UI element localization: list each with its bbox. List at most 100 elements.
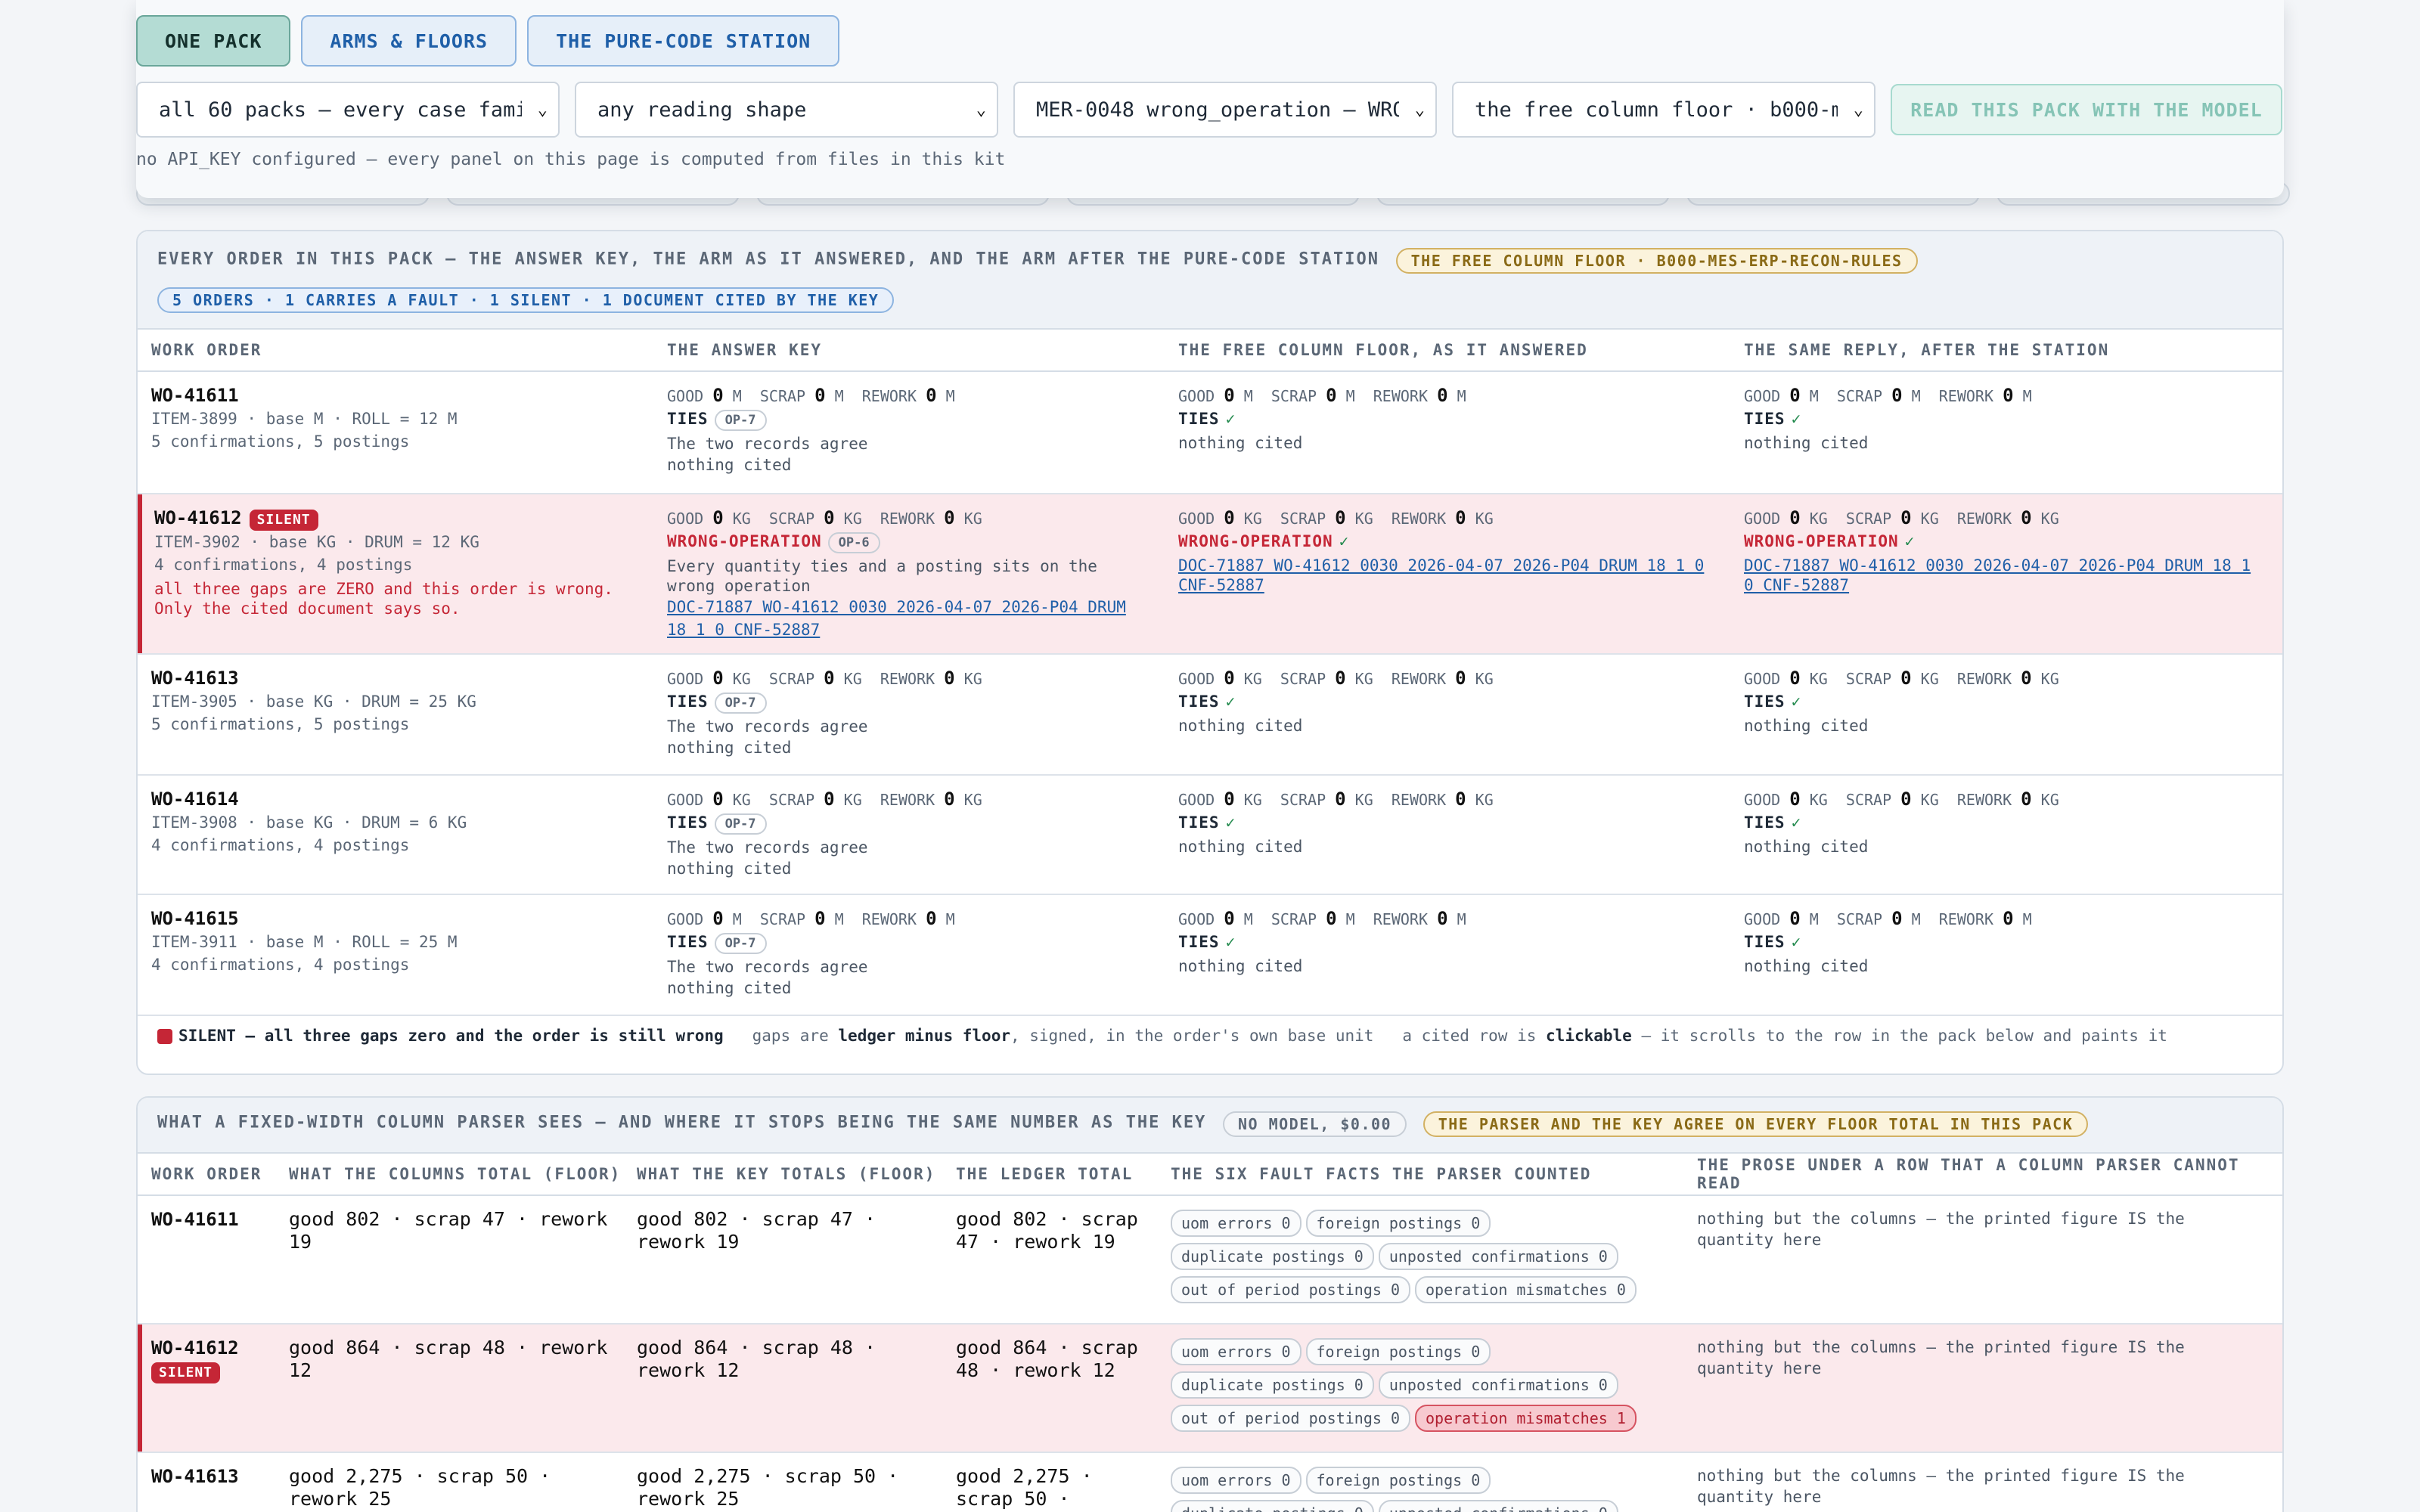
gap-label: SCRAP: [768, 510, 815, 528]
fault-fact-chip: out of period postings 0: [1171, 1405, 1410, 1432]
read-with-model-button[interactable]: READ THIS PACK WITH THE MODEL: [1891, 84, 2282, 135]
item-meta: ITEM-3902 · base KG · DRUM = 12 KG: [154, 533, 479, 551]
gap-value: 0: [1455, 789, 1466, 810]
gap-label: SCRAP: [1270, 387, 1317, 405]
gap-label: REWORK: [861, 910, 917, 928]
gap-unit: KG: [1354, 510, 1373, 528]
record-counts: 4 confirmations, 4 postings: [151, 956, 410, 974]
order-row: WO-41613 ITEM-3905 · base KG · DRUM = 25…: [138, 655, 2282, 776]
tab-arms-floors[interactable]: ARMS & FLOORS: [301, 15, 517, 67]
cited-document: nothing cited: [1744, 434, 1869, 452]
item-meta: ITEM-3905 · base KG · DRUM = 25 KG: [151, 692, 476, 711]
gap-label: SCRAP: [1836, 910, 1883, 928]
gap-value: 0: [2021, 668, 2032, 689]
check-icon: ✓: [1339, 532, 1349, 550]
work-order-cell: WO-41613 ITEM-3905 · base KG · DRUM = 25…: [138, 655, 653, 774]
check-icon: ✓: [1791, 692, 1801, 711]
work-order-cell: WO-41613: [138, 1453, 275, 1512]
case-select[interactable]: MER-0048 wrong_operation — WRONG-OPERATI…: [1013, 82, 1437, 138]
gap-unit: KG: [1243, 510, 1262, 528]
orders-panel-header: EVERY ORDER IN THIS PACK — THE ANSWER KE…: [138, 231, 2282, 330]
record-counts: 5 confirmations, 5 postings: [151, 432, 410, 451]
fault-fact-chip: duplicate postings 0: [1171, 1500, 1374, 1512]
select-value: any reading shape: [597, 98, 807, 122]
cited-document-link[interactable]: DOC-71887 WO-41612 0030 2026-04-07 2026-…: [667, 596, 1151, 641]
gap-unit: M: [1243, 387, 1253, 405]
gap-value: 0: [1455, 507, 1466, 528]
work-order-id: WO-41613: [151, 668, 239, 689]
after-verdict: TIES: [1744, 692, 1786, 711]
orders-table-body: WO-41611 ITEM-3899 · base M · ROLL = 12 …: [138, 372, 2282, 1016]
floor-select[interactable]: the free column floor · b000-mes-erp-rec…: [1452, 82, 1876, 138]
key-note: The two records agree: [667, 958, 868, 976]
gap-label: SCRAP: [1280, 791, 1326, 809]
gap-label: SCRAP: [759, 910, 806, 928]
fault-fact-chip: foreign postings 0: [1305, 1467, 1491, 1494]
column-header: WHAT THE COLUMNS TOTAL (FLOOR): [289, 1165, 622, 1183]
gap-unit: KG: [732, 510, 751, 528]
gap-line: GOOD 0 M SCRAP 0 M REWORK 0 M: [1744, 907, 2269, 931]
gap-label: GOOD: [1178, 670, 1215, 688]
silent-warning: all three gaps are ZERO and this order i…: [154, 580, 613, 618]
check-icon: ✓: [1904, 532, 1915, 550]
gap-label: REWORK: [1391, 670, 1447, 688]
gap-unit: M: [1911, 910, 1921, 928]
orders-legend: SILENT — all three gaps zero and the ord…: [138, 1016, 2282, 1055]
column-header: WHAT THE KEY TOTALS (FLOOR): [637, 1165, 936, 1183]
cited-document-link[interactable]: DOC-71887 WO-41612 0030 2026-04-07 2026-…: [1744, 556, 2269, 595]
parser-panel: WHAT A FIXED-WIDTH COLUMN PARSER SEES — …: [136, 1096, 2284, 1512]
gap-value: 0: [2021, 789, 2032, 810]
cited-document-link[interactable]: DOC-71887 WO-41612 0030 2026-04-07 2026-…: [1178, 556, 1717, 595]
gap-label: SCRAP: [1270, 910, 1317, 928]
gap-label: SCRAP: [1280, 670, 1326, 688]
gap-label: GOOD: [1744, 910, 1781, 928]
record-counts: 5 confirmations, 5 postings: [151, 715, 410, 733]
gap-unit: KG: [1920, 670, 1939, 688]
check-icon: ✓: [1225, 410, 1236, 428]
work-order-id: WO-41611: [151, 385, 239, 406]
after-verdict: TIES: [1744, 933, 1786, 951]
gap-value: 0: [1900, 789, 1912, 810]
gap-label: REWORK: [861, 387, 917, 405]
gap-value: 0: [712, 908, 724, 929]
gap-label: REWORK: [880, 670, 935, 688]
answer-key-cell: GOOD 0 KG SCRAP 0 KG REWORK 0 KG TIES OP-…: [653, 776, 1165, 894]
work-order-id: WO-41614: [151, 789, 239, 810]
tab-pure-code-station[interactable]: THE PURE-CODE STATION: [527, 15, 840, 67]
column-header: WORK ORDER: [151, 341, 262, 359]
gap-unit: M: [2022, 910, 2032, 928]
work-order-cell: WO-41612 SILENT ITEM-3902 · base KG · DRU…: [138, 494, 653, 653]
after-verdict: WRONG-OPERATION: [1744, 532, 1899, 550]
row-prose: nothing but the columns — the printed fi…: [1697, 1338, 2185, 1377]
gap-unit: M: [1345, 387, 1355, 405]
gap-line: GOOD 0 KG SCRAP 0 KG REWORK 0 KG: [667, 507, 1151, 530]
key-note: Every quantity ties and a posting sits o…: [667, 557, 1097, 595]
key-verdict: WRONG-OPERATION: [667, 532, 822, 550]
row-prose: nothing but the columns — the printed fi…: [1697, 1210, 2185, 1249]
gap-line: GOOD 0 KG SCRAP 0 KG REWORK 0 KG: [1178, 667, 1717, 690]
reading-shape-select[interactable]: any reading shape ⌄: [575, 82, 998, 138]
view-tabs: ONE PACK ARMS & FLOORS THE PURE-CODE STA…: [136, 15, 840, 67]
ledger-total: good 2,275 · scrap 50 · rework 25: [956, 1465, 1093, 1512]
fault-fact-chip: unposted confirmations 0: [1378, 1371, 1618, 1399]
gap-line: GOOD 0 M SCRAP 0 M REWORK 0 M: [1178, 907, 1717, 931]
gap-label: REWORK: [1956, 510, 2012, 528]
order-row: WO-41615 ITEM-3911 · base M · ROLL = 25 …: [138, 895, 2282, 1016]
gap-value: 0: [1789, 668, 1801, 689]
pack-family-select[interactable]: all 60 packs — every case family ⌄: [136, 82, 560, 138]
column-header: THE LEDGER TOTAL: [956, 1165, 1134, 1183]
floor-total: good 864 · scrap 48 · rework 12: [289, 1337, 608, 1381]
gap-unit: KG: [963, 510, 982, 528]
gap-label: REWORK: [880, 791, 935, 809]
gap-unit: KG: [1809, 791, 1828, 809]
gap-value: 0: [814, 908, 826, 929]
parser-table-body: WO-41611 good 802 · scrap 47 · rework 19…: [138, 1196, 2282, 1512]
after-station-cell: GOOD 0 KG SCRAP 0 KG REWORK 0 KG WRONG-O…: [1730, 494, 2282, 653]
gap-unit: KG: [1920, 510, 1939, 528]
column-header: THE FREE COLUMN FLOOR, AS IT ANSWERED: [1178, 341, 1588, 359]
tab-one-pack[interactable]: ONE PACK: [136, 15, 291, 67]
gap-label: GOOD: [1744, 791, 1781, 809]
gap-label: REWORK: [1938, 910, 1994, 928]
gap-unit: KG: [843, 670, 862, 688]
operation-tag: OP-6: [827, 532, 880, 553]
